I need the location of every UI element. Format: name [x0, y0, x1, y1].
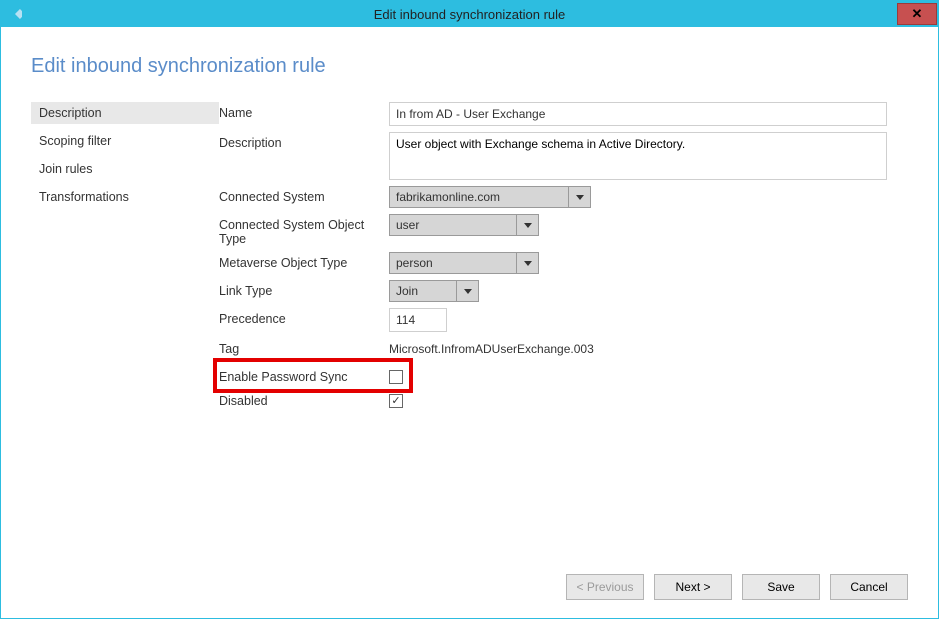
- footer-buttons: < Previous Next > Save Cancel: [31, 562, 908, 600]
- cancel-button[interactable]: Cancel: [830, 574, 908, 600]
- dialog-window: Edit inbound synchronization rule ✕ Edit…: [0, 0, 939, 619]
- mvot-label: Metaverse Object Type: [219, 252, 389, 270]
- name-label: Name: [219, 102, 389, 120]
- precedence-input[interactable]: [389, 308, 447, 332]
- sidebar-item-label: Scoping filter: [39, 134, 111, 148]
- dropdown-button[interactable]: [569, 186, 591, 208]
- dropdown-button[interactable]: [517, 252, 539, 274]
- close-icon: ✕: [912, 6, 923, 22]
- chevron-down-icon: [576, 195, 584, 200]
- main-area: Description Scoping filter Join rules Tr…: [31, 102, 908, 562]
- sidebar-item-join-rules[interactable]: Join rules: [31, 158, 219, 180]
- window-title: Edit inbound synchronization rule: [1, 7, 938, 22]
- connected-system-label: Connected System: [219, 186, 389, 204]
- eps-label: Enable Password Sync: [219, 366, 389, 384]
- app-icon: [7, 6, 23, 22]
- dropdown-value: fabrikamonline.com: [389, 186, 569, 208]
- disabled-label: Disabled: [219, 390, 389, 408]
- name-input[interactable]: [389, 102, 887, 126]
- chevron-down-icon: [464, 289, 472, 294]
- form-area: Name Description User object with Exchan…: [219, 102, 908, 562]
- description-label: Description: [219, 132, 389, 150]
- dropdown-value: person: [389, 252, 517, 274]
- description-input[interactable]: User object with Exchange schema in Acti…: [389, 132, 887, 180]
- previous-button[interactable]: < Previous: [566, 574, 644, 600]
- tag-value: Microsoft.InfromADUserExchange.003: [389, 338, 887, 360]
- save-button[interactable]: Save: [742, 574, 820, 600]
- eps-checkbox[interactable]: [389, 370, 403, 384]
- sidebar-item-label: Join rules: [39, 162, 93, 176]
- mvot-dropdown[interactable]: person: [389, 252, 539, 274]
- csot-label: Connected System Object Type: [219, 214, 389, 246]
- dropdown-value: Join: [389, 280, 457, 302]
- csot-dropdown[interactable]: user: [389, 214, 539, 236]
- content-area: Edit inbound synchronization rule Descri…: [1, 27, 938, 618]
- close-button[interactable]: ✕: [897, 3, 937, 25]
- link-type-label: Link Type: [219, 280, 389, 298]
- link-type-dropdown[interactable]: Join: [389, 280, 479, 302]
- connected-system-dropdown[interactable]: fabrikamonline.com: [389, 186, 591, 208]
- titlebar: Edit inbound synchronization rule ✕: [1, 1, 938, 27]
- sidebar-item-description[interactable]: Description: [31, 102, 219, 124]
- next-button[interactable]: Next >: [654, 574, 732, 600]
- sidebar: Description Scoping filter Join rules Tr…: [31, 102, 219, 562]
- chevron-down-icon: [524, 223, 532, 228]
- tag-label: Tag: [219, 338, 389, 356]
- page-title: Edit inbound synchronization rule: [31, 55, 908, 78]
- sidebar-item-transformations[interactable]: Transformations: [31, 186, 219, 208]
- dropdown-value: user: [389, 214, 517, 236]
- dropdown-button[interactable]: [517, 214, 539, 236]
- sidebar-item-label: Transformations: [39, 190, 129, 204]
- dropdown-button[interactable]: [457, 280, 479, 302]
- sidebar-item-label: Description: [39, 106, 102, 120]
- sidebar-item-scoping-filter[interactable]: Scoping filter: [31, 130, 219, 152]
- chevron-down-icon: [524, 261, 532, 266]
- precedence-label: Precedence: [219, 308, 389, 326]
- disabled-checkbox[interactable]: ✓: [389, 394, 403, 408]
